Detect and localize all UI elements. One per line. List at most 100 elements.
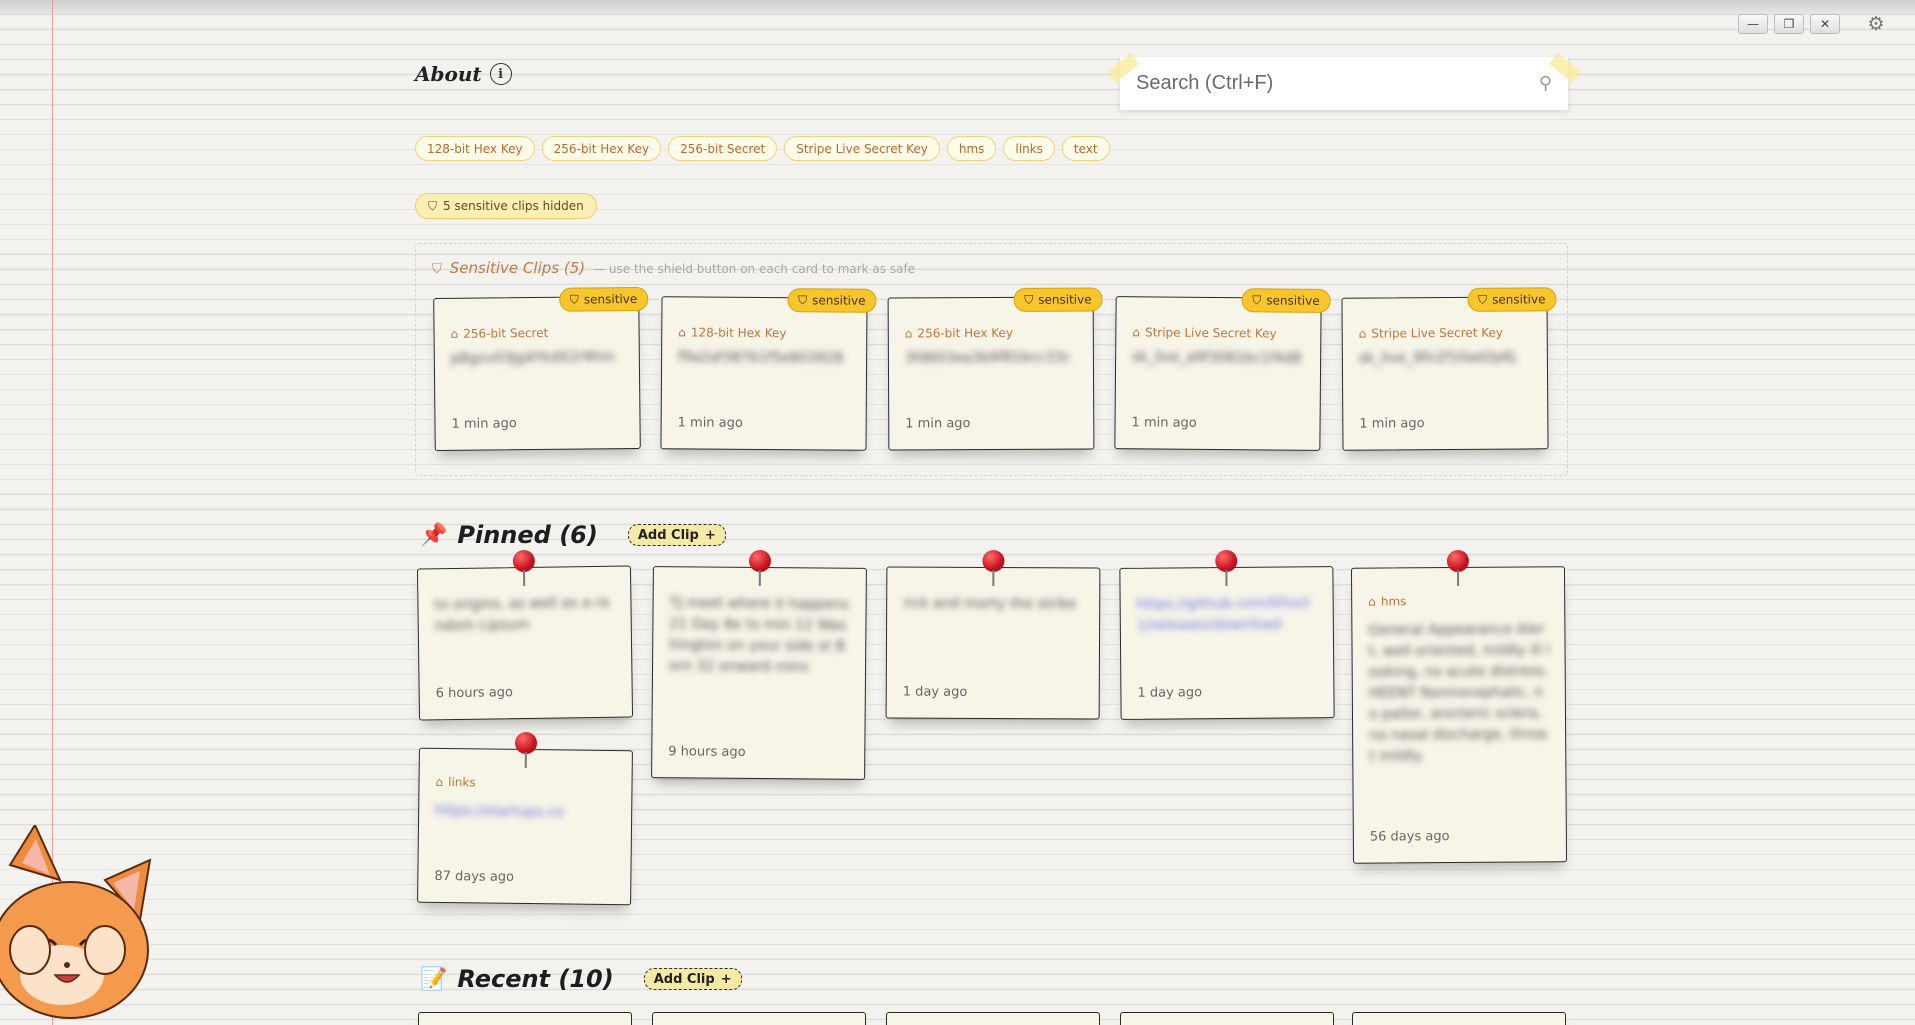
- sensitive-hidden-label: 5 sensitive clips hidden: [443, 199, 584, 213]
- shield-icon: ⛉: [432, 262, 442, 277]
- tag-filter-text[interactable]: text: [1061, 136, 1110, 161]
- tag-filter-hms[interactable]: hms: [946, 136, 997, 161]
- clip-tag: ⌂ 256-bit Hex Key: [905, 326, 1013, 341]
- pushpin-icon: [980, 549, 1006, 590]
- clip-content: rick and morty the strike: [903, 595, 1077, 613]
- notepad-icon: 📝: [420, 966, 448, 992]
- search-input[interactable]: [1136, 72, 1539, 95]
- clip-timestamp: 1 min ago: [677, 415, 743, 431]
- sensitive-badge-label: sensitive: [1038, 292, 1092, 307]
- sensitive-panel-title: Sensitive Clips (5): [449, 259, 586, 277]
- clip-content: TJ meet where it happens 21 Day 8e to mi…: [668, 595, 849, 676]
- sensitive-clips-panel: ⛉ Sensitive Clips (5) — use the shield b…: [415, 243, 1568, 476]
- sensitive-clip-card[interactable]: ⛉ sensitive ⌂ 256-bit Secret p8gxv03Jg4Ykd…: [433, 286, 649, 452]
- pushpin-icon: [513, 731, 539, 772]
- pinned-clip-card[interactable]: ⌂ links https://startups.co 87 days ago: [417, 731, 633, 906]
- clip-tag: ⌂ 128-bit Hex Key: [678, 325, 786, 340]
- about-link[interactable]: About i: [415, 62, 512, 86]
- tag-icon: ⌂: [1358, 326, 1367, 341]
- sensitive-badge[interactable]: ⛉ sensitive: [1013, 287, 1103, 312]
- plus-icon: +: [704, 527, 716, 543]
- pinned-clip-card[interactable]: rick and morty the strike 1 day ago: [885, 549, 1101, 720]
- pinned-clip-card[interactable]: ⌂ hms General Appearance Alert, well orie…: [1350, 549, 1568, 864]
- recent-clip-card[interactable]: [418, 1012, 632, 1025]
- clip-tag: ⌂ 256-bit Secret: [451, 326, 549, 341]
- pinned-section-header: 📌 Pinned (6) Add Clip +: [420, 521, 726, 549]
- pinned-clip-card[interactable]: https://github.com/bfxs/r1/releases/down…: [1119, 549, 1335, 720]
- search-icon[interactable]: ⚲: [1539, 73, 1552, 94]
- tag-icon: ⌂: [678, 325, 686, 340]
- restore-button[interactable]: ❐: [1774, 14, 1804, 34]
- clip-tag-label: 128-bit Hex Key: [690, 325, 787, 341]
- clip-timestamp: 56 days ago: [1369, 829, 1450, 845]
- recent-clip-card[interactable]: [652, 1012, 866, 1025]
- clip-content: f9a2af387b1f5e803928: [678, 349, 844, 367]
- tag-icon: ⌂: [450, 326, 459, 341]
- sensitive-badge[interactable]: ⛉ sensitive: [1467, 287, 1557, 312]
- sensitive-badge[interactable]: ⛉ sensitive: [558, 286, 649, 312]
- clip-content: sk_live_9fn2f10ad2p6j: [1358, 349, 1516, 367]
- sensitive-clip-card[interactable]: ⛉ sensitive ⌂ Stripe Live Secret Key sk_li…: [1341, 287, 1557, 451]
- clip-tag: ⌂ links: [435, 775, 475, 789]
- search-box: ⚲: [1107, 52, 1581, 110]
- tag-filter-stripe-live-secret-key[interactable]: Stripe Live Secret Key: [784, 136, 940, 161]
- sensitive-badge-label: sensitive: [1266, 293, 1320, 308]
- clip-content: sk_live_a9f3081bc1f4d8: [1132, 349, 1302, 367]
- tag-filter-128-bit-hex-key[interactable]: 128-bit Hex Key: [415, 136, 535, 161]
- clip-link-content[interactable]: https://startups.co: [435, 801, 617, 824]
- add-clip-button[interactable]: Add Clip +: [643, 968, 742, 990]
- plus-icon: +: [720, 971, 732, 987]
- clip-timestamp: 1 min ago: [451, 416, 517, 432]
- sensitive-badge[interactable]: ⛉ sensitive: [1241, 288, 1331, 313]
- gear-icon[interactable]: ⚙: [1863, 13, 1889, 35]
- sensitive-clip-card[interactable]: ⛉ sensitive ⌂ Stripe Live Secret Key sk_li…: [1114, 288, 1331, 451]
- clip-timestamp: 1 day ago: [1137, 685, 1203, 701]
- title-bar: [0, 0, 1915, 14]
- sensitive-panel-subtitle: — use the shield button on each card to …: [593, 262, 916, 276]
- recent-title: Recent (10): [457, 965, 614, 993]
- clip-tag: ⌂ Stripe Live Secret Key: [1132, 325, 1276, 340]
- tag-filter-256-bit-secret[interactable]: 256-bit Secret: [668, 136, 778, 161]
- recent-clip-card[interactable]: [1352, 1012, 1566, 1025]
- clip-tag-label: 256-bit Secret: [463, 325, 549, 341]
- clip-link-content[interactable]: https://github.com/bfxs/r1/releases/down…: [1137, 593, 1319, 637]
- sensitive-hidden-toggle[interactable]: ⛉ 5 sensitive clips hidden: [415, 193, 597, 219]
- add-clip-button[interactable]: Add Clip +: [627, 524, 726, 546]
- recent-clip-card[interactable]: [886, 1012, 1100, 1025]
- tag-filter-256-bit-hex-key[interactable]: 256-bit Hex Key: [541, 136, 662, 161]
- recent-section-header: 📝 Recent (10) Add Clip +: [420, 965, 742, 993]
- tag-icon: ⌂: [1132, 325, 1141, 340]
- tape-decoration: [1549, 52, 1581, 84]
- cat-mascot-icon: [0, 825, 152, 1019]
- clip-tag-label: links: [448, 775, 476, 790]
- sensitive-clip-card[interactable]: ⛉ sensitive ⌂ 256-bit Hex Key 3fd603ea3b9f…: [887, 287, 1103, 451]
- info-icon[interactable]: i: [489, 63, 512, 85]
- minimize-button[interactable]: —: [1738, 14, 1768, 34]
- clip-timestamp: 6 hours ago: [435, 685, 514, 702]
- pinned-clip-card[interactable]: TJ meet where it happens 21 Day 8e to mi…: [651, 549, 867, 780]
- add-clip-label: Add Clip: [637, 527, 699, 543]
- tag-icon: ⌂: [1368, 594, 1376, 609]
- sensitive-badge-label: sensitive: [812, 293, 866, 308]
- pinned-clip-card[interactable]: to origins, as well as a random Lipsum 6…: [416, 549, 634, 721]
- clip-timestamp: 1 min ago: [1359, 416, 1425, 432]
- clip-timestamp: 1 min ago: [1131, 415, 1197, 431]
- clip-tag-label: 256-bit Hex Key: [917, 325, 1014, 341]
- pushpin-icon: 📌: [420, 522, 448, 548]
- sensitive-panel-header: ⛉ Sensitive Clips (5) — use the shield b…: [432, 259, 915, 277]
- sensitive-badge-label: sensitive: [583, 291, 638, 307]
- pinned-title: Pinned (6): [457, 521, 598, 549]
- close-button[interactable]: ✕: [1810, 14, 1840, 34]
- clip-content: to origins, as well as a random Lipsum: [434, 594, 610, 635]
- clip-content: 3fd603ea3b9f81bcc33c: [904, 349, 1071, 367]
- recent-clip-card[interactable]: [1120, 1012, 1334, 1025]
- tag-filter-links[interactable]: links: [1003, 136, 1055, 161]
- sensitive-badge[interactable]: ⛉ sensitive: [787, 288, 877, 313]
- clip-timestamp: 1 min ago: [905, 416, 971, 432]
- clip-tag-label: hms: [1380, 594, 1407, 609]
- tag-filter-bar: 128-bit Hex Key 256-bit Hex Key 256-bit …: [415, 136, 1110, 161]
- pushpin-icon: [747, 549, 773, 590]
- pushpin-icon: [1213, 549, 1239, 590]
- clip-timestamp: 1 day ago: [902, 684, 968, 700]
- sensitive-clip-card[interactable]: ⛉ sensitive ⌂ 128-bit Hex Key f9a2af387b1f…: [660, 288, 877, 451]
